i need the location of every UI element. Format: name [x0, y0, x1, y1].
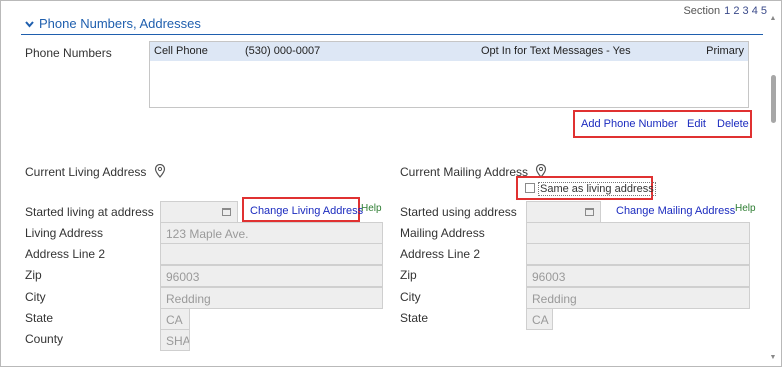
section-nav-label: Section — [683, 5, 721, 17]
living-state-field[interactable]: CA — [160, 308, 190, 330]
phone-status: Primary — [706, 45, 744, 57]
mailing-help-link[interactable]: Help — [735, 203, 756, 214]
chevron-down-icon — [25, 16, 34, 31]
living-county-field[interactable]: SHA — [160, 329, 190, 351]
page-frame: Section 1 2 3 4 5 Phone Numbers, Addresse… — [0, 0, 782, 367]
phone-type: Cell Phone — [154, 45, 208, 57]
mailing-line2-field[interactable] — [526, 243, 750, 265]
living-county-label: County — [25, 332, 64, 346]
living-zip-label: Zip — [25, 268, 42, 282]
vertical-scrollbar[interactable]: ▲ ▼ — [768, 5, 778, 364]
section-title: Phone Numbers, Addresses — [39, 16, 201, 31]
living-line2-label: Address Line 2 — [25, 247, 106, 261]
add-phone-number-link[interactable]: Add Phone Number — [581, 118, 678, 130]
delete-phone-link[interactable]: Delete — [717, 118, 749, 130]
living-city-label: City — [25, 290, 46, 304]
phone-list: Cell Phone (530) 000-0007 Opt In for Tex… — [149, 41, 749, 108]
living-city-field[interactable]: Redding — [160, 287, 383, 309]
scroll-up-icon[interactable]: ▲ — [768, 15, 778, 23]
mailing-line2-label: Address Line 2 — [400, 247, 481, 261]
phone-opt-in: Opt In for Text Messages - Yes — [481, 45, 631, 57]
mailing-city-label: City — [400, 290, 421, 304]
living-help-link[interactable]: Help — [361, 203, 382, 214]
mailing-zip-field[interactable]: 96003 — [526, 265, 750, 287]
same-as-living-label[interactable]: Same as living address — [538, 182, 656, 196]
phone-row[interactable]: Cell Phone (530) 000-0007 Opt In for Tex… — [150, 42, 748, 61]
change-mailing-address-link[interactable]: Change Mailing Address — [616, 205, 735, 217]
phone-number: (530) 000-0007 — [245, 45, 321, 57]
living-address-header: Current Living Address — [25, 165, 147, 179]
edit-phone-link[interactable]: Edit — [687, 118, 706, 130]
section-toggle[interactable]: Phone Numbers, Addresses — [25, 16, 201, 31]
section-nav-numbers[interactable]: 1 2 3 4 5 — [724, 5, 767, 17]
mailing-address-header: Current Mailing Address — [400, 165, 529, 179]
mailing-state-field[interactable]: CA — [526, 308, 553, 330]
scrollbar-thumb[interactable] — [771, 75, 776, 123]
mailing-zip-label: Zip — [400, 268, 417, 282]
living-state-label: State — [25, 311, 54, 325]
phone-numbers-label: Phone Numbers — [25, 46, 112, 60]
same-as-living-checkbox[interactable] — [525, 183, 535, 193]
living-zip-field[interactable]: 96003 — [160, 265, 383, 287]
mailing-state-label: State — [400, 311, 429, 325]
section-nav: Section 1 2 3 4 5 — [683, 5, 767, 17]
mailing-address-field[interactable] — [526, 222, 750, 244]
mailing-started-date-input[interactable] — [526, 201, 601, 223]
living-address-label: Living Address — [25, 226, 104, 240]
living-line2-field[interactable] — [160, 243, 383, 265]
calendar-icon[interactable] — [585, 208, 594, 216]
living-address-field[interactable]: 123 Maple Ave. — [160, 222, 383, 244]
calendar-icon[interactable] — [222, 208, 231, 216]
living-started-date-input[interactable] — [160, 201, 238, 223]
mailing-address-label: Mailing Address — [400, 226, 485, 240]
scroll-down-icon[interactable]: ▼ — [768, 354, 778, 362]
mailing-started-label: Started using address — [400, 205, 517, 219]
living-started-label: Started living at address — [25, 205, 154, 219]
change-living-address-link[interactable]: Change Living Address — [250, 205, 363, 217]
section-divider — [21, 34, 763, 35]
mailing-city-field[interactable]: Redding — [526, 287, 750, 309]
map-pin-icon[interactable] — [154, 163, 166, 178]
